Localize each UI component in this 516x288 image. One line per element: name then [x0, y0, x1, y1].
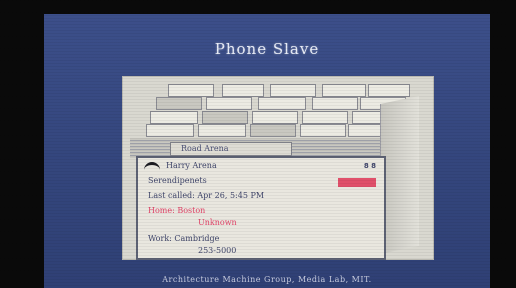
last-called: Last called: Apr 26, 5:45 PM: [148, 191, 265, 200]
card-tab[interactable]: [206, 97, 252, 110]
card-tab[interactable]: [222, 84, 264, 97]
work-detail: 253-5000: [198, 246, 237, 255]
credit-caption: Architecture Machine Group, Media Lab, M…: [162, 275, 372, 284]
telephone-handset-icon[interactable]: [144, 162, 160, 171]
card-tab[interactable]: [302, 111, 348, 124]
contact-card[interactable]: Harry Arena 8 8 Serendipenets Last calle…: [136, 156, 386, 260]
home-detail: Unknown: [198, 218, 237, 227]
home-location: Home: Boston: [148, 206, 206, 215]
selected-card-tab[interactable]: Road Arena: [170, 142, 292, 156]
card-tab[interactable]: [252, 111, 298, 124]
card-tab[interactable]: [300, 124, 346, 137]
card-tab[interactable]: [270, 84, 316, 97]
card-tab[interactable]: [156, 97, 202, 110]
card-tab[interactable]: [312, 97, 358, 110]
highlight-field[interactable]: [338, 178, 376, 187]
app-title: Phone Slave: [214, 40, 320, 58]
card-tab[interactable]: [258, 97, 306, 110]
card-tab[interactable]: [322, 84, 366, 97]
contact-name: Harry Arena: [166, 161, 217, 170]
card-tab[interactable]: [250, 124, 296, 137]
work-location: Work: Cambridge: [148, 234, 220, 243]
video-frame: Phone Slave Road Arena Harry Arena 8 8 S…: [0, 0, 516, 288]
card-tab[interactable]: [198, 124, 246, 137]
card-tab[interactable]: [146, 124, 194, 137]
card-tab[interactable]: [202, 111, 248, 124]
card-tab[interactable]: [150, 111, 198, 124]
status-badge: 8 8: [363, 162, 376, 170]
card-tab[interactable]: [168, 84, 214, 97]
contact-org: Serendipenets: [148, 176, 207, 185]
card-tab[interactable]: [368, 84, 410, 97]
